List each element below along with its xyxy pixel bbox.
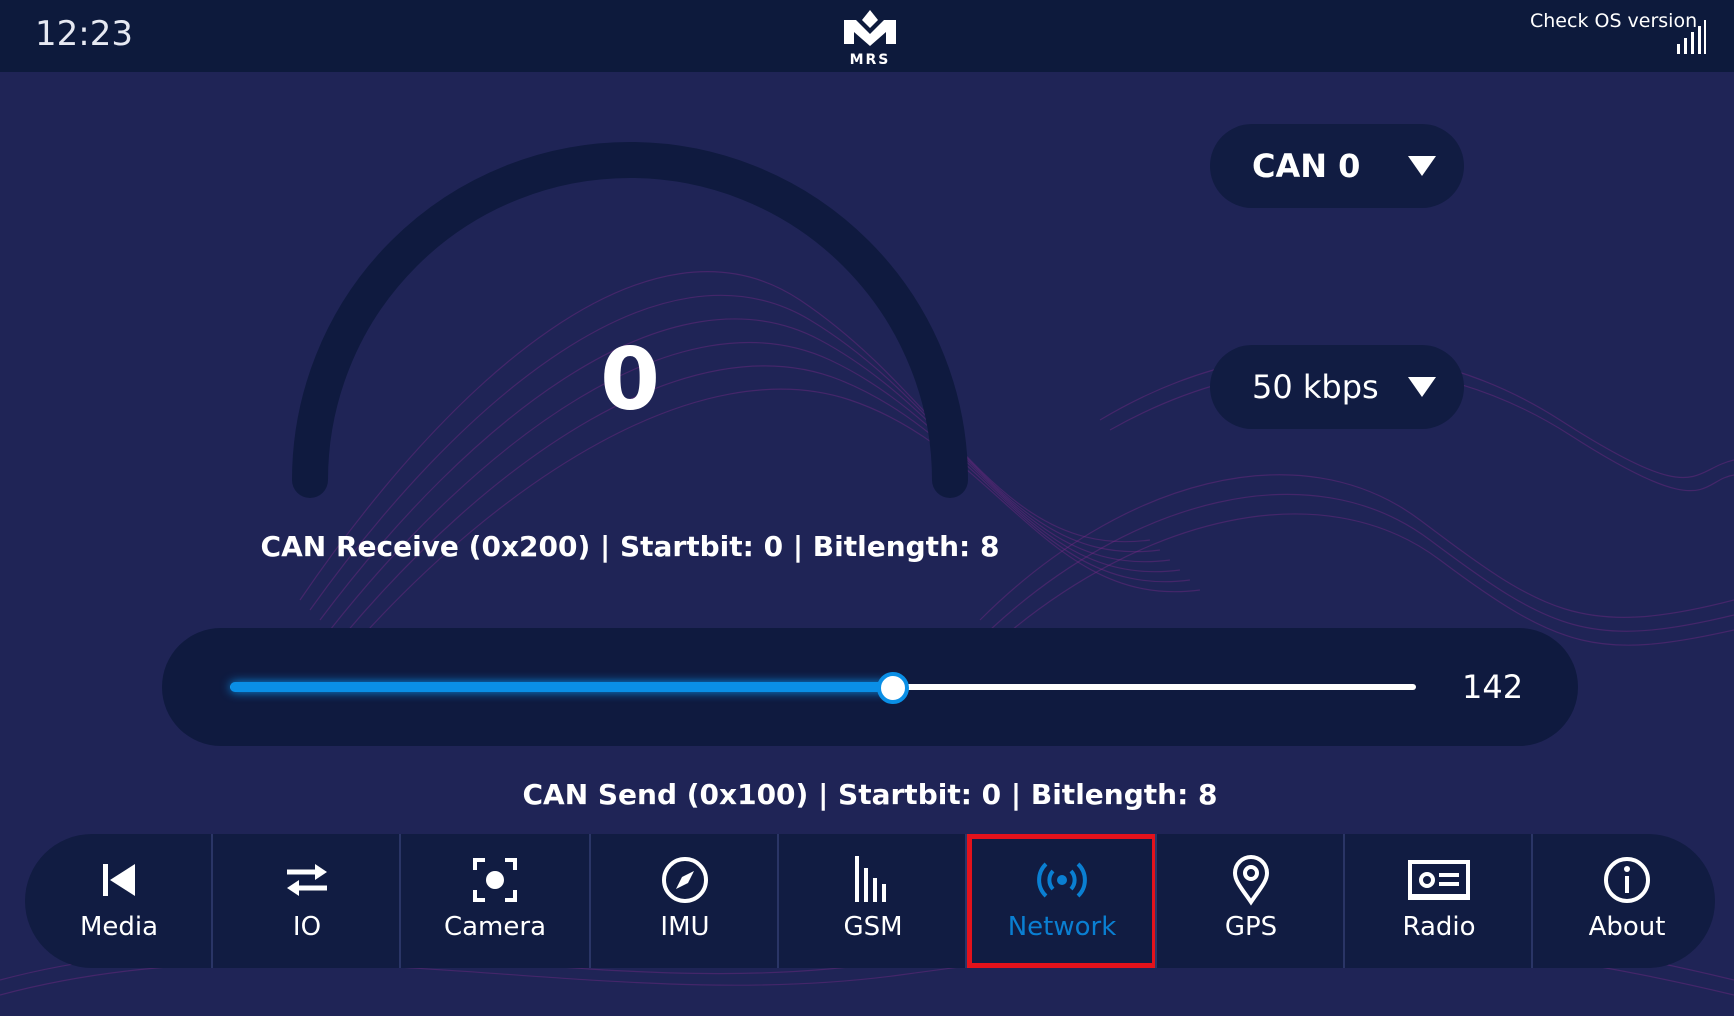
nav-label: Network	[1007, 912, 1117, 942]
mrs-logo: MRS	[844, 10, 896, 68]
signal-strength-icon	[1677, 20, 1706, 54]
nav-label: IO	[292, 912, 322, 942]
gauge-track	[292, 142, 968, 498]
compass-icon	[662, 857, 708, 903]
nav-item-about[interactable]: About	[1533, 834, 1715, 968]
baud-rate-dropdown[interactable]: 50 kbps	[1210, 345, 1464, 429]
can-channel-value: CAN 0	[1252, 147, 1361, 185]
nav-item-media[interactable]: Media	[25, 834, 213, 968]
can-send-label: CAN Send (0x100) | Startbit: 0 | Bitleng…	[522, 778, 1218, 811]
nav-item-camera[interactable]: Camera	[401, 834, 589, 968]
slider-value: 142	[1462, 668, 1524, 706]
nav-item-gsm[interactable]: GSM	[779, 834, 967, 968]
bottom-navigation: Media IO Camera IMU GSM Network GPS Radi…	[25, 834, 1715, 968]
gauge-value: 0	[600, 330, 660, 430]
nav-item-io[interactable]: IO	[213, 834, 401, 968]
nav-label: GPS	[1224, 912, 1278, 942]
can-channel-dropdown[interactable]: CAN 0	[1210, 124, 1464, 208]
can-receive-label: CAN Receive (0x200) | Startbit: 0 | Bitl…	[260, 530, 1000, 563]
skip-previous-icon	[103, 864, 135, 896]
send-value-slider[interactable]	[230, 672, 1416, 704]
bars-icon	[855, 856, 886, 902]
nav-item-gps[interactable]: GPS	[1157, 834, 1345, 968]
status-bar: 12:23 MRS Check OS version	[0, 0, 1734, 72]
nav-item-imu[interactable]: IMU	[591, 834, 779, 968]
baud-rate-value: 50 kbps	[1252, 368, 1379, 406]
nav-item-network[interactable]: Network	[967, 834, 1157, 968]
map-pin-icon	[1232, 855, 1270, 906]
nav-label: GSM	[843, 912, 903, 942]
clock: 12:23	[35, 14, 133, 54]
nav-label: Radio	[1402, 912, 1476, 942]
nav-label: IMU	[660, 912, 710, 942]
nav-label: Media	[79, 912, 159, 942]
radio-icon	[1408, 860, 1470, 900]
nav-label: Camera	[443, 912, 547, 942]
info-icon	[1604, 857, 1650, 903]
camera-focus-icon	[473, 858, 517, 902]
check-os-version-link[interactable]: Check OS version	[1530, 10, 1697, 32]
broadcast-icon	[1037, 862, 1087, 898]
nav-label: About	[1588, 912, 1666, 942]
caret-down-icon	[1408, 156, 1436, 176]
swap-arrows-icon	[287, 864, 327, 896]
receive-gauge	[292, 142, 968, 498]
slider-fill	[230, 682, 891, 692]
svg-text:MRS: MRS	[850, 52, 891, 68]
caret-down-icon	[1408, 377, 1436, 397]
nav-item-radio[interactable]: Radio	[1345, 834, 1533, 968]
slider-thumb[interactable]	[876, 672, 909, 704]
